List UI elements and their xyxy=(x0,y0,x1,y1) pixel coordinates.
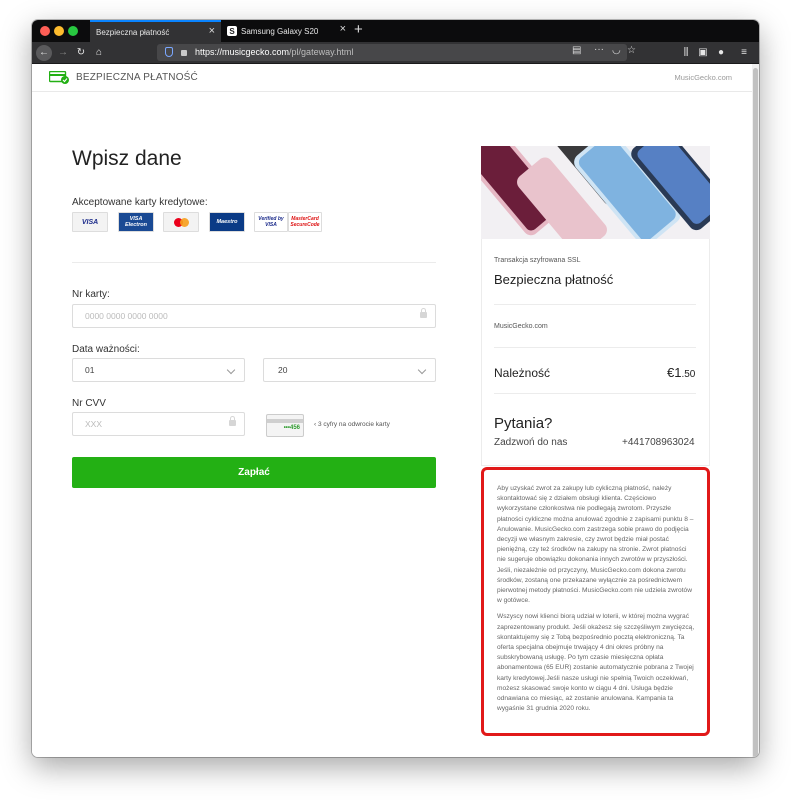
merchant-name: MusicGecko.com xyxy=(494,323,548,330)
card-number-label: Nr karty: xyxy=(72,289,110,300)
verified-by-visa-logo: Verified by VISA xyxy=(254,212,288,232)
cvv-placeholder: XXX xyxy=(85,419,103,429)
site-name: MusicGecko.com xyxy=(674,73,732,82)
tab-secure-payment[interactable]: Bezpieczna płatność × xyxy=(90,20,221,42)
expiry-label: Data ważności: xyxy=(72,344,140,355)
tab-title: Samsung Galaxy S20 xyxy=(241,26,319,36)
divider xyxy=(494,304,696,305)
minimize-window-button[interactable] xyxy=(54,26,64,36)
amount-due-value: €1.50 xyxy=(667,365,696,380)
close-tab-icon[interactable]: × xyxy=(340,23,346,35)
pocket-icon[interactable]: ◡ xyxy=(612,45,621,56)
cards-label: Akceptowane karty kredytowe: xyxy=(72,197,208,208)
phone-number[interactable]: +441708963024 xyxy=(622,437,695,448)
new-tab-icon[interactable]: + xyxy=(354,21,363,38)
reader-view-icon[interactable]: ▤ xyxy=(572,45,581,56)
library-icon[interactable]: ⫼ xyxy=(680,44,692,61)
page-content: BEZPIECZNA PŁATNOŚĆ MusicGecko.com Wpisz… xyxy=(32,64,752,757)
divider xyxy=(494,347,696,348)
terms-box: Aby uzyskać zwrot za zakupy lub cykliczn… xyxy=(481,467,710,736)
cvv-label: Nr CVV xyxy=(72,398,106,409)
scrollbar-thumb[interactable] xyxy=(753,68,758,757)
close-tab-icon[interactable]: × xyxy=(209,25,215,37)
bookmark-star-icon[interactable]: ☆ xyxy=(627,45,636,56)
lock-icon xyxy=(420,308,427,318)
close-window-button[interactable] xyxy=(40,26,50,36)
ssl-text: Transakcja szyfrowana SSL xyxy=(494,257,581,264)
forward-arrow-icon[interactable]: → xyxy=(57,44,69,61)
page-actions-icon[interactable]: ··· xyxy=(594,44,604,55)
address-bar[interactable]: https://musicgecko.com/pl/gateway.html ▤… xyxy=(157,44,636,61)
cvv-input[interactable]: XXX xyxy=(72,412,245,436)
visa-logo: VISA xyxy=(72,212,108,232)
terms-paragraph: Wszyscy nowi klienci biorą udział w lote… xyxy=(497,613,695,713)
tab-bar: Bezpieczna płatność × S Samsung Galaxy S… xyxy=(32,20,759,42)
product-image xyxy=(481,146,710,239)
back-arrow-icon[interactable]: ← xyxy=(36,44,52,61)
mastercard-securecode-logo: MasterCard SecureCode xyxy=(288,212,322,232)
url-text: https://musicgecko.com/pl/gateway.html xyxy=(195,47,354,57)
cvv-hint: ‹ 3 cyfry na odwrocie karty xyxy=(314,421,390,428)
tracking-shield-icon[interactable] xyxy=(165,47,173,57)
tab-samsung[interactable]: S Samsung Galaxy S20 × xyxy=(221,20,352,42)
cvv-card-illustration: •••456 xyxy=(266,414,304,437)
nav-toolbar: ← → ↻ ⌂ https://musicgecko.com/pl/gatewa… xyxy=(32,42,759,64)
visa-electron-logo: VISA Electron xyxy=(118,212,154,232)
call-us-label: Zadzwoń do nas xyxy=(494,437,568,448)
card-number-input[interactable]: 0000 0000 0000 0000 xyxy=(72,304,436,328)
amount-due-label: Należność xyxy=(494,366,551,380)
cvv-sample: •••456 xyxy=(283,425,300,431)
padlock-icon[interactable] xyxy=(181,50,187,56)
brand-title: BEZPIECZNA PŁATNOŚĆ xyxy=(76,72,198,83)
tab-title: Bezpieczna płatność xyxy=(96,27,170,37)
terms-paragraph: Aby uzyskać zwrot za zakupy lub cykliczn… xyxy=(497,485,694,605)
chevron-down-icon xyxy=(417,365,427,375)
cvv-hint-text: 3 cyfry na odwrocie karty xyxy=(317,421,390,428)
expiry-year-value: 20 xyxy=(278,365,288,375)
secure-card-icon xyxy=(49,71,69,84)
page-header: BEZPIECZNA PŁATNOŚĆ MusicGecko.com xyxy=(32,64,752,92)
account-icon[interactable]: ● xyxy=(715,44,727,61)
browser-window: Bezpieczna płatność × S Samsung Galaxy S… xyxy=(32,20,759,757)
chevron-down-icon xyxy=(226,365,236,375)
mastercard-logo xyxy=(163,212,199,232)
summary-title: Bezpieczna płatność xyxy=(494,272,614,287)
expiry-month-value: 01 xyxy=(85,365,95,375)
samsung-favicon-icon: S xyxy=(227,26,237,36)
scrollbar[interactable] xyxy=(752,64,759,757)
lock-icon xyxy=(229,416,236,426)
page-title: Wpisz dane xyxy=(72,147,182,170)
sidebar-icon[interactable]: ▣ xyxy=(697,44,709,61)
home-icon[interactable]: ⌂ xyxy=(93,44,105,61)
pay-button[interactable]: Zapłać xyxy=(72,457,436,488)
questions-title: Pytania? xyxy=(494,415,553,432)
zoom-window-button[interactable] xyxy=(68,26,78,36)
divider xyxy=(72,262,436,263)
expiry-year-select[interactable]: 20 xyxy=(263,358,436,382)
expiry-month-select[interactable]: 01 xyxy=(72,358,245,382)
divider xyxy=(494,393,696,394)
menu-icon[interactable]: ≡ xyxy=(738,44,750,61)
reload-icon[interactable]: ↻ xyxy=(75,44,87,61)
card-number-placeholder: 0000 0000 0000 0000 xyxy=(85,311,168,321)
maestro-logo: Maestro xyxy=(209,212,245,232)
